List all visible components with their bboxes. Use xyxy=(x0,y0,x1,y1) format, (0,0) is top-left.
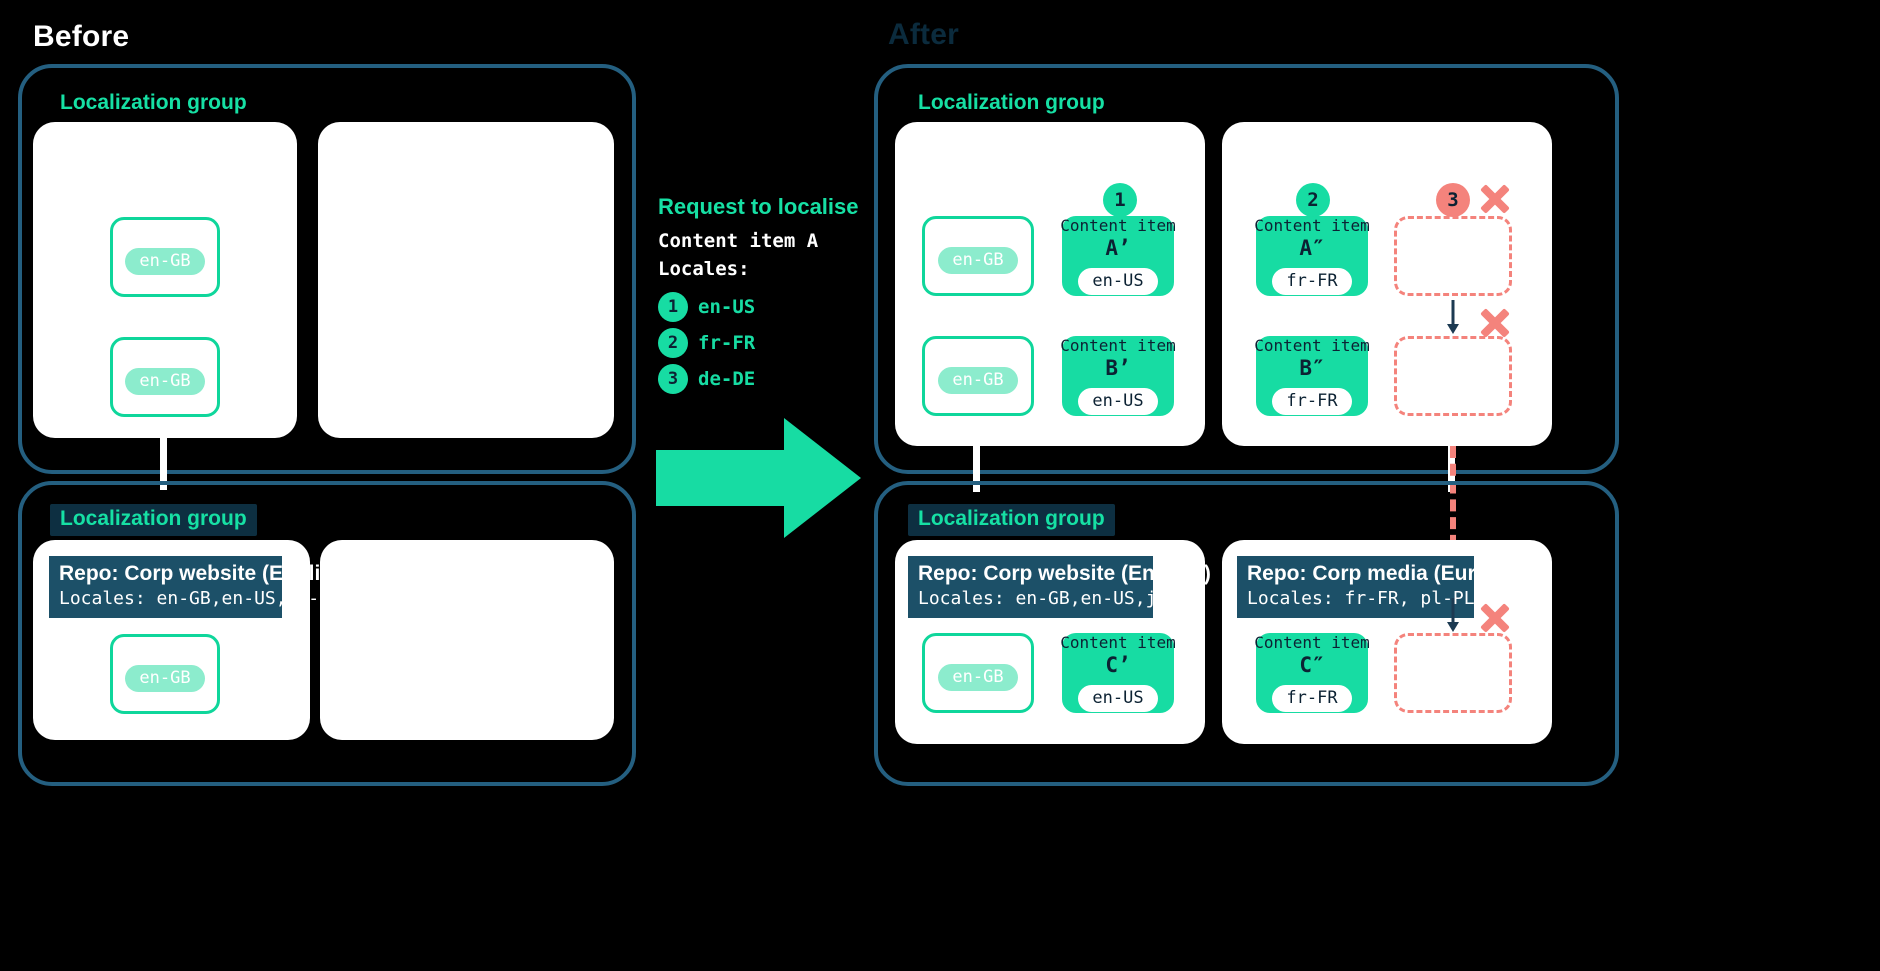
locale-pill: en-GB xyxy=(938,246,1018,274)
before-bottom-right-panel xyxy=(320,540,614,740)
after-bottom-right-failed-card-1 xyxy=(1394,633,1512,713)
locale-pill: fr-FR xyxy=(1272,685,1352,713)
repo-name: Repo: Corp website (English) xyxy=(918,562,1211,585)
after-top-left-source-card-1[interactable]: en-GB xyxy=(922,216,1034,296)
after-top-localization-group-label: Localization group xyxy=(918,91,1105,114)
locale-pill: en-US xyxy=(1078,388,1158,416)
request-step-number: 2 xyxy=(658,328,688,358)
before-top-left-source-card-2[interactable]: en-GB xyxy=(110,337,220,417)
request-locales-label: Locales: xyxy=(658,258,750,280)
step-badge-2: 2 xyxy=(1296,183,1330,217)
after-bottom-left-localized-card-C1[interactable]: Content item C’ en-US xyxy=(1060,632,1176,713)
locale-pill: en-US xyxy=(1078,268,1158,296)
card-title: Content item xyxy=(1060,632,1176,652)
after-heading: After xyxy=(888,18,960,51)
after-bottom-left-repo-chip: Repo: Corp website (English) Locales: en… xyxy=(908,556,1211,619)
request-locale-code: en-US xyxy=(698,296,756,318)
card-label: B’ xyxy=(1105,356,1131,381)
locale-pill: fr-FR xyxy=(1272,388,1352,416)
before-top-localization-group-label: Localization group xyxy=(60,91,247,114)
after-bottom-right-localized-card-C2[interactable]: Content item C″ fr-FR xyxy=(1254,632,1370,713)
after-top-left-localized-card-A1[interactable]: Content item A’ en-US xyxy=(1060,215,1176,296)
after-bottom-right-repo-chip: Repo: Corp media (Europe) Locales: fr-FR… xyxy=(1237,556,1521,619)
repo-locales: Locales: fr-FR, pl-PL xyxy=(1247,587,1475,609)
step-badge-1: 1 xyxy=(1103,183,1137,217)
failure-x-icon-3 xyxy=(1478,601,1512,635)
card-title: Content item xyxy=(1060,215,1176,235)
after-top-left-localized-card-B1[interactable]: Content item B’ en-US xyxy=(1060,335,1176,416)
before-top-left-source-card-1[interactable]: en-GB xyxy=(110,217,220,297)
failure-x-icon-2 xyxy=(1478,306,1512,340)
repo-locales: Locales: en-GB,en-US,jp-JP xyxy=(59,587,341,609)
request-locale-item-1: 1 en-US xyxy=(658,292,755,322)
after-top-right-failed-card-2 xyxy=(1394,336,1512,416)
locale-pill: en-GB xyxy=(125,664,205,692)
locale-pill: en-US xyxy=(1078,685,1158,713)
card-label: A″ xyxy=(1299,236,1325,261)
request-step-number: 3 xyxy=(658,364,688,394)
request-locale-code: de-DE xyxy=(698,368,756,390)
transformation-arrow-icon xyxy=(656,418,861,538)
card-label: A’ xyxy=(1105,236,1131,261)
step-badge-3-failed: 3 xyxy=(1436,183,1470,217)
after-top-right-failed-card-1 xyxy=(1394,216,1512,296)
failed-flow-arrow-icon xyxy=(1447,300,1459,334)
after-top-right-localized-card-B2[interactable]: Content item B″ fr-FR xyxy=(1254,335,1370,416)
card-label: C″ xyxy=(1299,653,1325,678)
request-locale-item-3: 3 de-DE xyxy=(658,364,755,394)
locale-pill: en-GB xyxy=(125,367,205,395)
failure-x-icon-1 xyxy=(1478,182,1512,216)
locale-pill: fr-FR xyxy=(1272,268,1352,296)
diagram-canvas: Before After Localization group en-GB en… xyxy=(0,0,1880,971)
repo-name: Repo: Corp website (English) xyxy=(59,562,352,585)
before-heading: Before xyxy=(33,20,130,53)
request-locale-item-2: 2 fr-FR xyxy=(658,328,755,358)
locale-pill: en-GB xyxy=(938,663,1018,691)
after-top-right-localized-card-A2[interactable]: Content item A″ fr-FR xyxy=(1254,215,1370,296)
failed-flow-arrow-icon-bottom xyxy=(1447,598,1459,632)
request-locale-code: fr-FR xyxy=(698,332,756,354)
repo-name: Repo: Corp media (Europe) xyxy=(1247,562,1521,585)
request-content-item: Content item A xyxy=(658,230,819,252)
card-title: Content item xyxy=(1254,632,1370,652)
card-label: C’ xyxy=(1105,653,1131,678)
before-top-right-panel xyxy=(318,122,614,438)
card-title: Content item xyxy=(1254,215,1370,235)
card-label: B″ xyxy=(1299,356,1325,381)
before-bottom-localization-group-label: Localization group xyxy=(50,504,257,536)
locale-pill: en-GB xyxy=(938,366,1018,394)
before-bottom-left-source-card-1[interactable]: en-GB xyxy=(110,634,220,714)
before-bottom-left-repo-chip: Repo: Corp website (English) Locales: en… xyxy=(49,556,352,619)
after-bottom-localization-group-label: Localization group xyxy=(908,504,1115,536)
request-title: Request to localise xyxy=(658,194,859,219)
locale-pill: en-GB xyxy=(125,247,205,275)
card-title: Content item xyxy=(1060,335,1176,355)
request-step-number: 1 xyxy=(658,292,688,322)
after-bottom-left-source-card-1[interactable]: en-GB xyxy=(922,633,1034,713)
card-title: Content item xyxy=(1254,335,1370,355)
after-top-left-source-card-2[interactable]: en-GB xyxy=(922,336,1034,416)
repo-locales: Locales: en-GB,en-US,jp-JP xyxy=(918,587,1200,609)
